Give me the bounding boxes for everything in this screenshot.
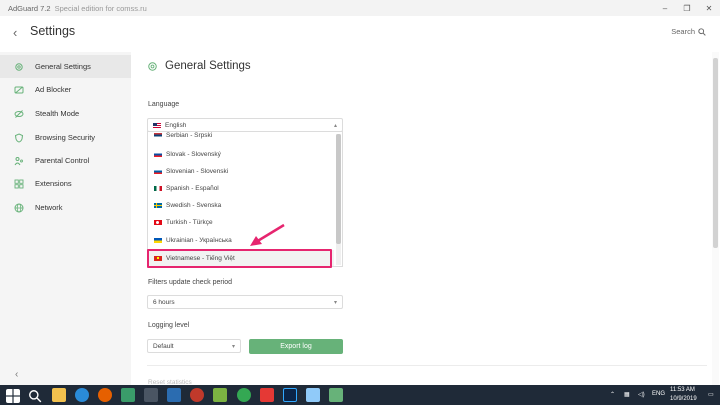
turkey-flag-icon [154, 220, 162, 225]
filters-update-label: Filters update check period [148, 279, 233, 286]
ad-blocker-icon [14, 85, 24, 95]
adguard-icon[interactable] [329, 388, 343, 402]
page-header-title: Settings [30, 24, 76, 38]
slovakia-flag-icon [154, 152, 162, 157]
app-icon[interactable] [213, 388, 227, 402]
language-select[interactable]: English ▴ [147, 118, 343, 132]
highlight-box [147, 249, 332, 268]
filters-update-value: 6 hours [153, 298, 175, 306]
chevron-up-icon: ▴ [333, 123, 337, 129]
sidebar: General Settings Ad Blocker Stealth Mode… [0, 52, 131, 385]
shield-icon [14, 132, 24, 143]
export-log-button[interactable]: Export log [249, 339, 343, 354]
sidebar-item-network[interactable]: Network [0, 196, 131, 219]
sidebar-item-label: Ad Blocker [35, 85, 72, 94]
logging-level-value: Default [153, 342, 174, 350]
minimize-icon[interactable]: – [654, 0, 676, 16]
language-option[interactable]: Turkish - Türkçe [148, 214, 334, 231]
window-controls: – ❐ ✕ [654, 0, 720, 16]
language-label: Language [148, 101, 180, 108]
input-language[interactable]: ENG [652, 391, 665, 397]
search-label: Search [671, 27, 695, 36]
chrome-icon[interactable] [237, 388, 251, 402]
logging-level-label: Logging level [148, 322, 190, 329]
filters-update-select[interactable]: 6 hours ▾ [147, 295, 343, 309]
language-selected-value: English [165, 121, 187, 129]
title-bar: AdGuard 7.2 Special edition for comss.ru… [0, 0, 720, 16]
network-icon[interactable]: ▦ [624, 391, 630, 398]
globe-icon [14, 203, 24, 213]
dropdown-scrollbar-thumb[interactable] [336, 134, 341, 244]
clock-time[interactable]: 11:53 AM [670, 387, 695, 393]
chevron-down-icon: ▾ [333, 300, 337, 306]
parental-icon [14, 156, 24, 166]
sidebar-item-general-settings[interactable]: General Settings [0, 55, 131, 78]
edge-browser-icon[interactable] [75, 388, 89, 402]
language-option[interactable]: Slovenian - Slovenski [148, 163, 334, 180]
gear-icon [148, 61, 157, 71]
sidebar-item-label: Network [35, 203, 63, 212]
us-flag-icon [153, 122, 161, 128]
section-divider [147, 365, 707, 366]
app-icon[interactable] [306, 388, 320, 402]
page-heading: General Settings [147, 60, 251, 72]
notifications-icon[interactable]: ▭ [708, 391, 714, 398]
language-option[interactable]: Spanish - Español [148, 180, 334, 197]
search-icon [698, 27, 706, 36]
gear-icon [14, 62, 24, 72]
file-explorer-icon[interactable] [52, 388, 66, 402]
ukraine-flag-icon [154, 238, 162, 243]
language-dropdown-list[interactable]: Serbian - Srpski Slovak - Slovenský Slov… [147, 131, 343, 267]
sidebar-item-ad-blocker[interactable]: Ad Blocker [0, 78, 131, 101]
slovenia-flag-icon [154, 169, 162, 174]
sidebar-item-label: Parental Control [35, 156, 90, 165]
app-icon[interactable] [260, 388, 274, 402]
sidebar-item-label: Stealth Mode [35, 109, 80, 118]
window-scrollbar[interactable] [712, 52, 719, 385]
windows-start-icon[interactable] [6, 389, 20, 403]
language-option[interactable]: Ukrainian - Українська [148, 232, 334, 249]
sweden-flag-icon [154, 203, 162, 208]
annotation-arrow-icon [250, 223, 285, 246]
photoshop-icon[interactable] [283, 388, 297, 402]
sidebar-item-label: Extensions [35, 179, 72, 188]
dropdown-scrollbar[interactable] [336, 134, 341, 265]
language-option[interactable]: Serbian - Srpski [148, 132, 334, 144]
close-icon[interactable]: ✕ [698, 0, 720, 16]
search-icon[interactable] [28, 389, 42, 403]
window-title: AdGuard 7.2 Special edition for comss.ru [8, 3, 147, 13]
clock-date[interactable]: 10/9/2019 [670, 396, 697, 402]
tray-chevron-icon[interactable]: ⌃ [610, 391, 615, 398]
firefox-icon[interactable] [98, 388, 112, 402]
sidebar-item-label: General Settings [35, 62, 91, 71]
logging-level-select[interactable]: Default ▾ [147, 339, 241, 353]
search-button[interactable]: Search [671, 27, 706, 36]
volume-icon[interactable]: ◁) [638, 391, 645, 398]
extensions-icon [14, 179, 24, 189]
app-header: ‹ Settings Search [0, 16, 720, 52]
language-option[interactable]: Swedish - Svenska [148, 197, 334, 214]
taskbar: ⌃ ▦ ◁) ENG 11:53 AM 10/9/2019 ▭ [0, 385, 720, 405]
stealth-icon [14, 109, 24, 119]
sidebar-item-browsing-security[interactable]: Browsing Security [0, 126, 131, 149]
app-icon[interactable] [121, 388, 135, 402]
app-icon[interactable] [144, 388, 158, 402]
page-title: General Settings [165, 60, 251, 72]
sidebar-item-stealth-mode[interactable]: Stealth Mode [0, 102, 131, 125]
sidebar-item-parental-control[interactable]: Parental Control [0, 149, 131, 172]
app-icon[interactable] [167, 388, 181, 402]
opera-icon[interactable] [190, 388, 204, 402]
chevron-left-icon[interactable]: ‹ [13, 25, 17, 40]
sidebar-item-extensions[interactable]: Extensions [0, 172, 131, 195]
window-scrollbar-thumb[interactable] [713, 58, 718, 248]
chevron-down-icon: ▾ [231, 344, 235, 350]
sidebar-item-label: Browsing Security [35, 133, 96, 142]
collapse-sidebar-icon[interactable]: ‹ [15, 369, 18, 380]
maximize-icon[interactable]: ❐ [676, 0, 698, 16]
serbia-flag-icon [154, 133, 162, 138]
mexico-flag-icon [154, 186, 162, 191]
language-option[interactable]: Slovak - Slovenský [148, 146, 334, 163]
